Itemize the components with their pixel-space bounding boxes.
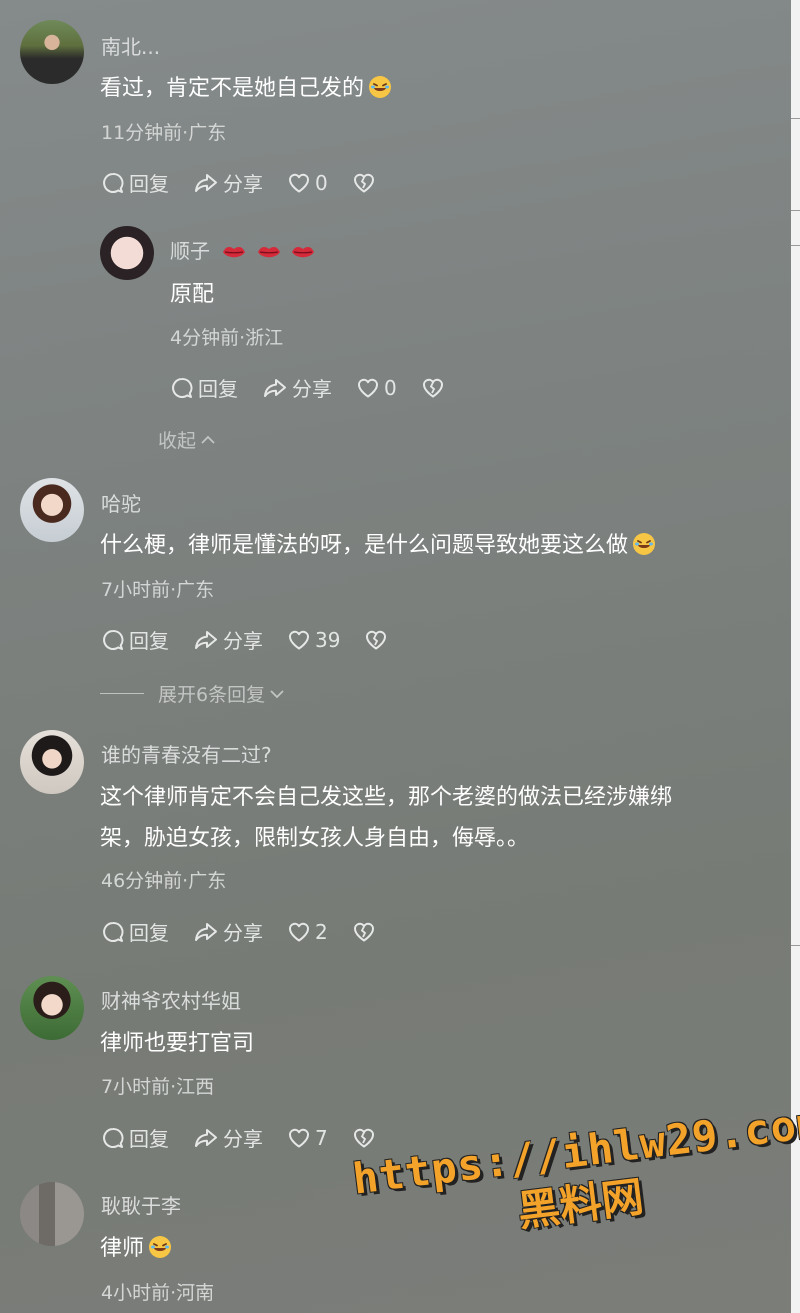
comment-bubble-icon <box>101 920 125 944</box>
dislike-button[interactable] <box>364 628 392 652</box>
comment-actions: 回复 分享 39 <box>101 625 416 654</box>
broken-heart-icon <box>421 376 445 400</box>
like-button[interactable]: 0 <box>356 376 397 400</box>
red-lips-emoji-icon <box>257 245 281 259</box>
share-button[interactable]: 分享 <box>193 625 263 654</box>
reply-button[interactable]: 回复 <box>101 917 169 946</box>
comment-username[interactable]: 南北... <box>101 31 160 60</box>
comment-text: 看过，肯定不是她自己发的 <box>100 70 392 108</box>
dislike-button[interactable] <box>352 1126 380 1150</box>
reply-button[interactable]: 回复 <box>101 1123 169 1152</box>
share-arrow-icon <box>193 628 219 652</box>
dislike-button[interactable] <box>352 920 380 944</box>
comment-meta: 11分钟前·广东 <box>101 122 227 144</box>
reply-button[interactable]: 回复 <box>101 625 169 654</box>
comment-bubble-icon <box>170 376 194 400</box>
share-button[interactable]: 分享 <box>193 917 263 946</box>
comment-bubble-icon <box>101 171 125 195</box>
comment-username[interactable]: 哈驼 <box>101 488 141 517</box>
comment-bubble-icon <box>101 1126 125 1150</box>
chevron-down-icon <box>270 689 284 698</box>
red-lips-emoji-icon <box>222 245 246 259</box>
comment-meta: 4小时前·河南 <box>101 1282 215 1304</box>
expand-replies-button[interactable]: 展开6条回复 <box>100 680 286 707</box>
share-arrow-icon <box>193 1126 219 1150</box>
like-button[interactable]: 0 <box>287 171 328 195</box>
comment-actions: 回复 分享 0 <box>101 168 404 197</box>
comment-username[interactable]: 财神爷农村华姐 <box>101 985 241 1014</box>
broken-heart-icon <box>352 171 376 195</box>
rolling-laughing-emoji-icon <box>148 1235 172 1259</box>
comment-bubble-icon <box>101 628 125 652</box>
like-button[interactable]: 7 <box>287 1126 328 1150</box>
avatar[interactable] <box>20 478 84 542</box>
dislike-button[interactable] <box>352 171 380 195</box>
share-arrow-icon <box>193 920 219 944</box>
reply-text: 原配 <box>170 282 215 307</box>
rolling-laughing-emoji-icon <box>632 532 656 556</box>
avatar[interactable] <box>20 1182 84 1246</box>
comment-username[interactable]: 谁的青春没有二过? <box>101 739 272 768</box>
comment-meta: 7小时前·广东 <box>101 579 215 601</box>
heart-icon <box>287 920 311 944</box>
heart-icon <box>287 1126 311 1150</box>
like-button[interactable]: 39 <box>287 628 340 652</box>
red-lips-emoji-icon <box>291 245 315 259</box>
reply-meta: 4分钟前·浙江 <box>170 327 284 349</box>
comment-text-line-2: 架，胁迫女孩，限制女孩人身自由，侮辱。。 <box>100 826 530 851</box>
reply-username[interactable]: 顺子 <box>170 235 315 264</box>
broken-heart-icon <box>352 920 376 944</box>
broken-heart-icon <box>364 628 388 652</box>
comment-meta: 7小时前·江西 <box>101 1076 215 1098</box>
comment-meta: 46分钟前·广东 <box>101 870 227 892</box>
reply-actions: 回复 分享 0 <box>170 373 473 402</box>
collapse-replies-button[interactable]: 收起 <box>158 426 217 453</box>
heart-icon <box>287 628 311 652</box>
comment-text: 律师也要打官司 <box>100 1031 255 1056</box>
heart-icon <box>356 376 380 400</box>
like-button[interactable]: 2 <box>287 920 328 944</box>
avatar[interactable] <box>20 976 84 1040</box>
heart-icon <box>287 171 311 195</box>
comment-username[interactable]: 耿耿于李 <box>101 1190 181 1219</box>
share-arrow-icon <box>193 171 219 195</box>
avatar[interactable] <box>20 730 84 794</box>
comment-text-line-1: 这个律师肯定不会自己发这些，那个老婆的做法已经涉嫌绑 <box>100 785 673 810</box>
share-button[interactable]: 分享 <box>262 373 332 402</box>
watermark: https://ihlw29.com 黑料网 <box>350 1097 800 1258</box>
comment-actions: 回复 分享 2 <box>101 917 404 946</box>
share-button[interactable]: 分享 <box>193 168 263 197</box>
dislike-button[interactable] <box>421 376 449 400</box>
share-arrow-icon <box>262 376 288 400</box>
comment-text: 什么梗，律师是懂法的呀，是什么问题导致她要这么做 <box>100 527 656 565</box>
reply-avatar[interactable] <box>100 226 154 280</box>
share-button[interactable]: 分享 <box>193 1123 263 1152</box>
chevron-up-icon <box>201 435 215 444</box>
rolling-laughing-emoji-icon <box>368 75 392 99</box>
reply-button[interactable]: 回复 <box>170 373 238 402</box>
comment-text: 律师 <box>100 1230 172 1268</box>
reply-button[interactable]: 回复 <box>101 168 169 197</box>
comment-actions: 回复 分享 7 <box>101 1123 404 1152</box>
broken-heart-icon <box>352 1126 376 1150</box>
avatar[interactable] <box>20 20 84 84</box>
